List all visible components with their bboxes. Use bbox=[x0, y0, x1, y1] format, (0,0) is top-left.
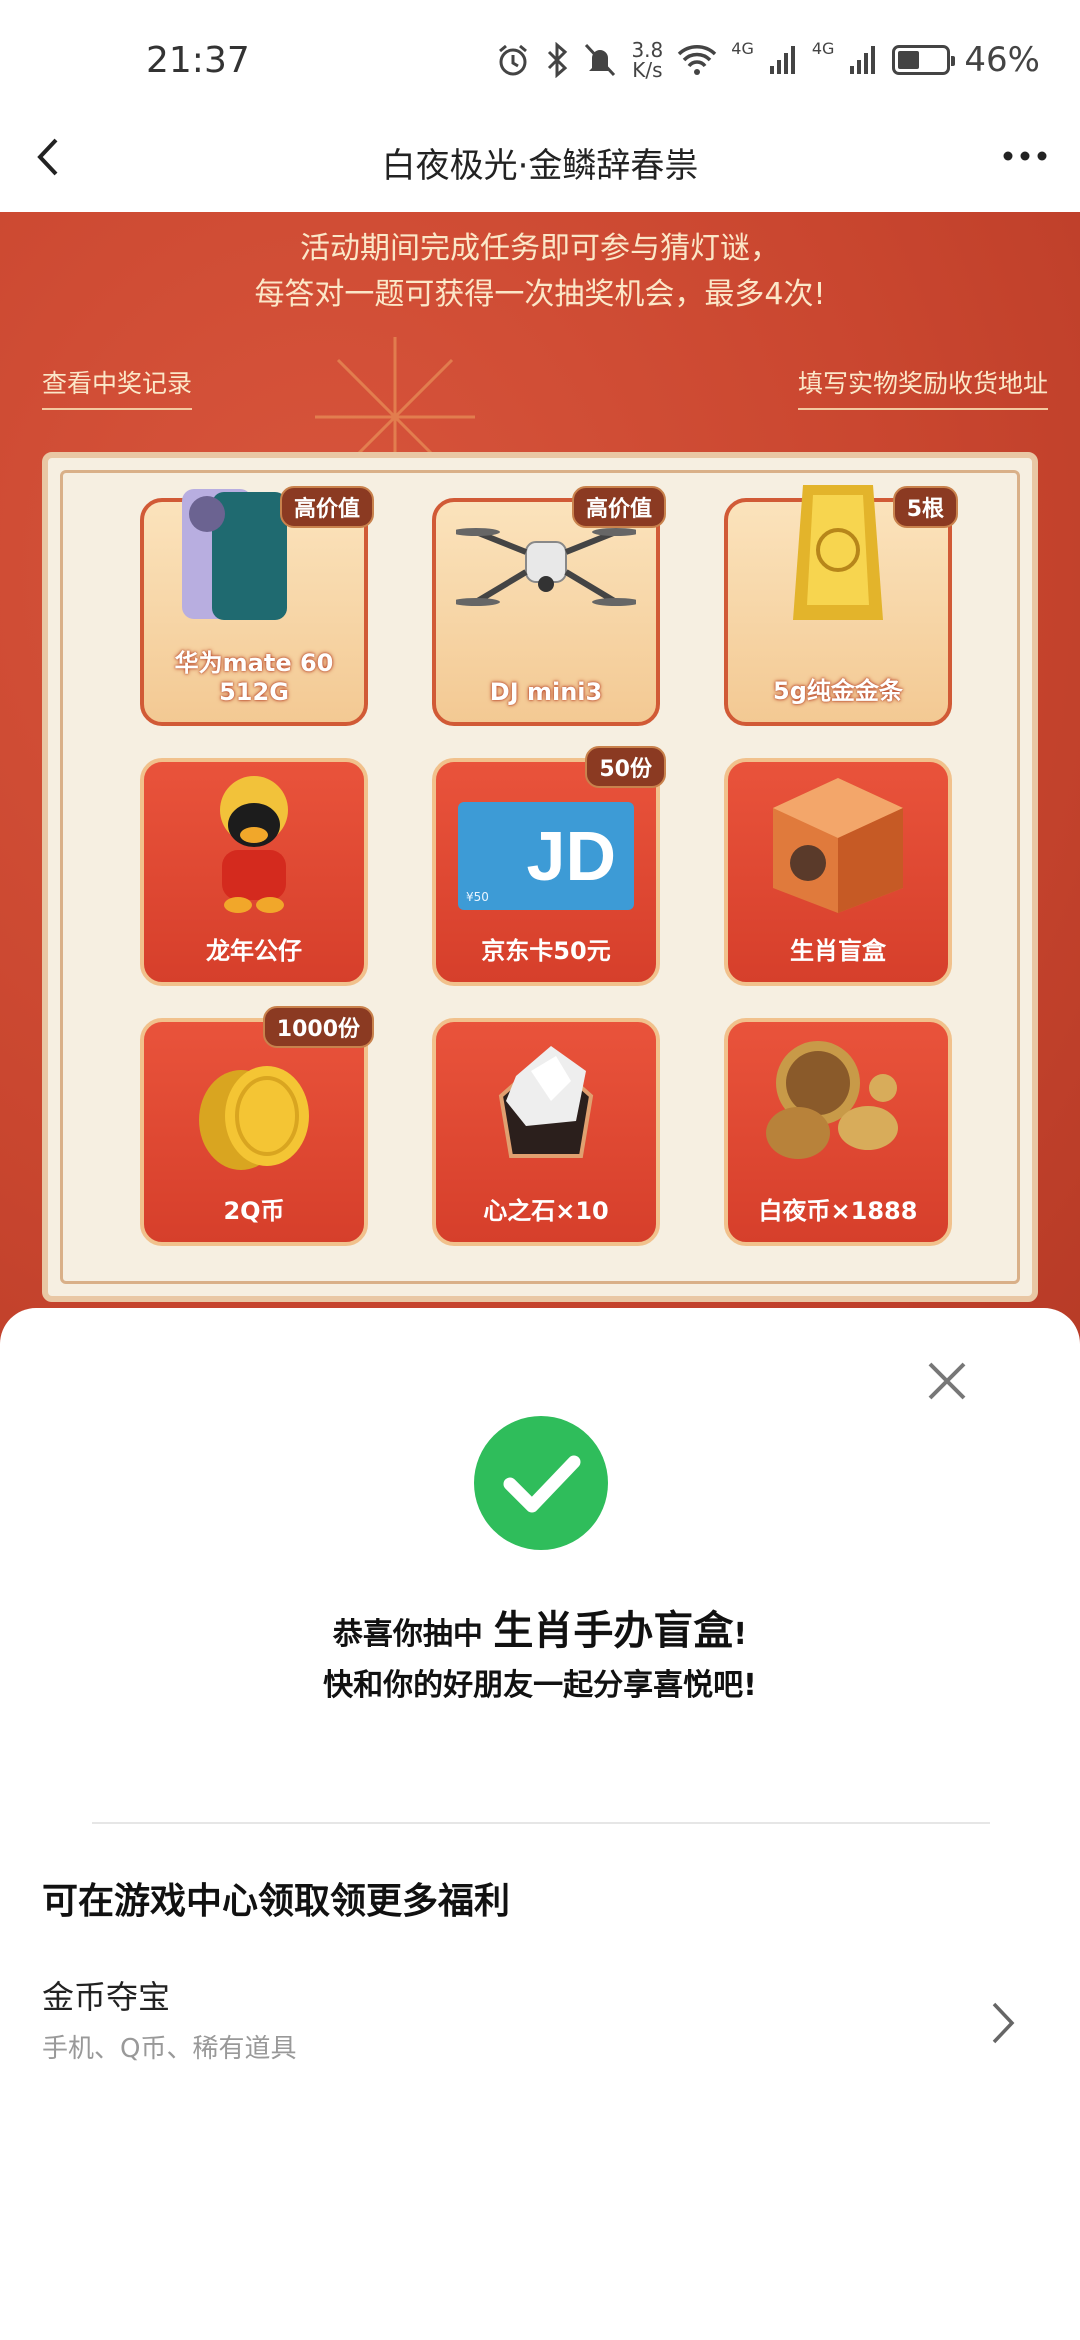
q-coin-icon bbox=[199, 1066, 309, 1170]
jd-card-text: JD bbox=[526, 817, 616, 895]
won-prize-name: 生肖手办盲盒 bbox=[493, 1608, 734, 1654]
prize-badge: 高价值 bbox=[571, 486, 666, 528]
prize-item-drone: 高价值 DJ mini3 bbox=[432, 486, 666, 726]
signal-icon bbox=[769, 46, 795, 74]
divider bbox=[92, 1822, 990, 1824]
prize-badge: 50份 bbox=[585, 746, 666, 788]
battery-fill bbox=[898, 51, 920, 69]
battery-percent: 46% bbox=[964, 40, 1040, 80]
signal-icon-2 bbox=[850, 46, 876, 74]
battery-icon bbox=[892, 45, 956, 75]
page-title: 白夜极光·金鳞辞春祟 bbox=[381, 146, 699, 186]
share-message: 快和你的好朋友一起分享喜悦吧! bbox=[323, 1668, 757, 1703]
prize-badge: 5根 bbox=[892, 486, 958, 528]
congrats-exclaim: ! bbox=[733, 1617, 748, 1652]
alarm-icon bbox=[499, 44, 528, 76]
mute-bell-icon bbox=[585, 43, 616, 77]
prize-label: 华为mate 60 512G bbox=[174, 649, 334, 706]
result-bottom-sheet: 恭喜你抽中 生肖手办盲盒! 快和你的好朋友一起分享喜悦吧! 可在游戏中心领取领更… bbox=[0, 1308, 1080, 2340]
network-type-1: 4G bbox=[731, 38, 754, 58]
prize-label: 白夜币×1888 bbox=[758, 1197, 918, 1225]
entry-title: 金币夺宝 bbox=[42, 1978, 171, 2016]
activity-description-line-1: 活动期间完成任务即可参与猜灯谜， bbox=[300, 231, 780, 266]
more-icon[interactable] bbox=[1000, 144, 1050, 168]
entry-subtitle: 手机、Q币、稀有道具 bbox=[42, 2034, 297, 2064]
game-coin-icon bbox=[766, 1041, 898, 1159]
coin-treasure-entry[interactable]: 金币夺宝 手机、Q币、稀有道具 bbox=[0, 1956, 1080, 2086]
chevron-right-icon bbox=[992, 2002, 1015, 2044]
blind-box-icon bbox=[773, 778, 903, 913]
net-speed: 3.8 K/s bbox=[631, 38, 664, 82]
wifi-icon bbox=[678, 45, 717, 75]
prize-label: 心之石×10 bbox=[483, 1197, 609, 1225]
activity-description: 活动期间完成任务即可参与猜灯谜， 每答对一题可获得一次抽奖机会，最多4次! bbox=[0, 226, 1080, 318]
prize-item-plush: 龙年公仔 bbox=[140, 758, 368, 986]
prize-item-heart-stone: 心之石×10 bbox=[432, 1018, 660, 1246]
fill-address-link[interactable]: 填写实物奖励收货地址 bbox=[797, 364, 1048, 410]
prize-badge: 高价值 bbox=[279, 486, 374, 528]
prize-item-game-coin: 白夜币×1888 bbox=[724, 1018, 952, 1246]
drone-icon bbox=[456, 528, 636, 606]
prize-board: 高价值 华为mate 60 512G 高价值 DJ mini3 5根 5g纯金金… bbox=[42, 452, 1038, 1302]
prize-label: 5g纯金金条 bbox=[773, 677, 903, 705]
bluetooth-icon bbox=[548, 42, 568, 78]
jd-card-icon: JD ¥50 bbox=[458, 802, 634, 910]
phone-icon bbox=[182, 489, 287, 620]
prize-label: 京东卡50元 bbox=[481, 937, 611, 965]
prize-item-blind-box: 生肖盲盒 bbox=[724, 758, 952, 986]
status-bar: 21:37 3.8 K/s 4G 4G 46% bbox=[0, 0, 1080, 100]
jd-card-value: ¥50 bbox=[466, 890, 489, 904]
prize-label: DJ mini3 bbox=[489, 678, 603, 706]
view-prize-record-link[interactable]: 查看中奖记录 bbox=[42, 364, 193, 410]
plush-doll-icon bbox=[220, 776, 288, 913]
congrats-message: 恭喜你抽中 生肖手办盲盒! bbox=[0, 1598, 1080, 1656]
gold-bar-icon bbox=[793, 485, 883, 620]
prize-badge: 1000份 bbox=[262, 1006, 374, 1048]
prize-label: 2Q币 bbox=[223, 1197, 285, 1225]
more-benefits-title: 可在游戏中心领取领更多福利 bbox=[42, 1881, 511, 1922]
prize-item-q-coin: 1000份 2Q币 bbox=[140, 1006, 374, 1246]
congrats-prefix: 恭喜你抽中 bbox=[332, 1617, 483, 1652]
crystal-stone-icon bbox=[498, 1046, 594, 1158]
activity-banner: 活动期间完成任务即可参与猜灯谜， 每答对一题可获得一次抽奖机会，最多4次! 查看… bbox=[0, 212, 1080, 1412]
prize-item-gold-bar: 5根 5g纯金金条 bbox=[724, 485, 958, 726]
prize-item-jd-card: JD ¥50 50份 京东卡50元 bbox=[432, 746, 666, 986]
nav-bar: 白夜极光·金鳞辞春祟 bbox=[0, 100, 1080, 212]
status-time: 21:37 bbox=[146, 40, 250, 81]
success-check-icon bbox=[474, 1416, 608, 1550]
prize-label: 生肖盲盒 bbox=[790, 937, 886, 965]
close-icon[interactable] bbox=[922, 1356, 972, 1406]
prize-label: 龙年公仔 bbox=[206, 937, 302, 965]
activity-description-line-2: 每答对一题可获得一次抽奖机会，最多4次! bbox=[254, 277, 826, 312]
network-type-2: 4G bbox=[811, 38, 835, 58]
status-icons: 3.8 K/s 4G 4G 46% bbox=[495, 38, 1040, 82]
prize-item-phone: 高价值 华为mate 60 512G bbox=[140, 486, 374, 726]
